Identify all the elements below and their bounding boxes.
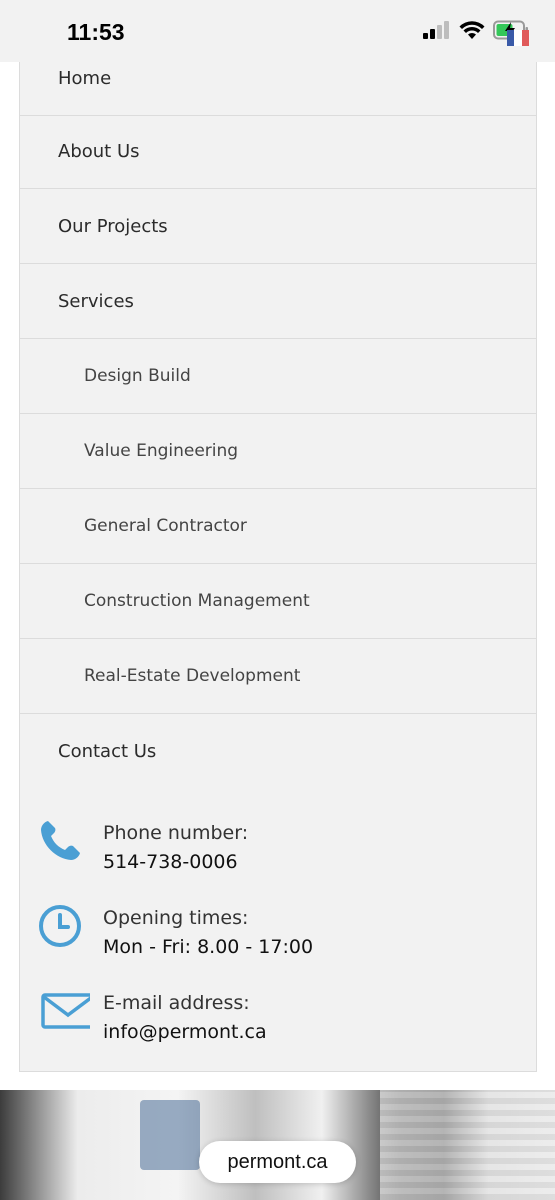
menu-item-label: Services	[58, 290, 134, 312]
menu-item-label: Construction Management	[84, 591, 310, 611]
signal-icon	[423, 21, 449, 39]
status-bar: 11:53	[0, 0, 555, 62]
mail-icon	[41, 993, 90, 1029]
submenu-item-design-build[interactable]: Design Build	[20, 339, 536, 414]
browser-url-bar[interactable]: permont.ca	[199, 1141, 356, 1183]
language-flag-icon[interactable]	[507, 30, 529, 46]
email-label: E-mail address:	[103, 992, 250, 1014]
phone-label: Phone number:	[103, 822, 249, 844]
menu-item-label: About Us	[58, 140, 140, 162]
submenu-item-value-engineering[interactable]: Value Engineering	[20, 414, 536, 489]
menu-item-label: Design Build	[84, 366, 191, 386]
submenu-item-real-estate-development[interactable]: Real-Estate Development	[20, 639, 536, 714]
submenu-item-construction-management[interactable]: Construction Management	[20, 564, 536, 639]
contact-phone[interactable]: Phone number: 514-738-0006	[20, 819, 536, 889]
menu-item-label: General Contractor	[84, 516, 247, 536]
menu-item-services[interactable]: Services	[20, 264, 536, 339]
submenu-item-general-contractor[interactable]: General Contractor	[20, 489, 536, 564]
menu-item-our-projects[interactable]: Our Projects	[20, 189, 536, 264]
menu-item-label: Home	[58, 67, 112, 89]
navigation-menu: Home About Us Our Projects Services Desi…	[19, 40, 537, 1072]
clock-icon	[39, 905, 81, 947]
menu-item-label: Value Engineering	[84, 441, 239, 461]
contact-email[interactable]: E-mail address: info@permont.ca	[20, 989, 536, 1059]
menu-item-label: Our Projects	[58, 215, 168, 237]
hours-value: Mon - Fri: 8.00 - 17:00	[103, 936, 314, 958]
menu-item-label: Contact Us	[58, 741, 157, 762]
url-text: permont.ca	[227, 1150, 328, 1173]
menu-item-contact-us[interactable]: Contact Us	[20, 714, 536, 789]
contact-hours: Opening times: Mon - Fri: 8.00 - 17:00	[20, 904, 536, 974]
email-value[interactable]: info@permont.ca	[103, 1021, 267, 1043]
hours-label: Opening times:	[103, 907, 249, 929]
hero-blueprint-shape	[380, 1090, 555, 1200]
hero-logo-shape	[140, 1100, 200, 1170]
menu-item-label: Real-Estate Development	[84, 666, 301, 686]
phone-icon	[41, 821, 80, 860]
status-time: 11:53	[67, 19, 125, 45]
phone-value[interactable]: 514-738-0006	[103, 851, 238, 873]
menu-item-about-us[interactable]: About Us	[20, 114, 536, 189]
wifi-icon	[459, 21, 485, 39]
